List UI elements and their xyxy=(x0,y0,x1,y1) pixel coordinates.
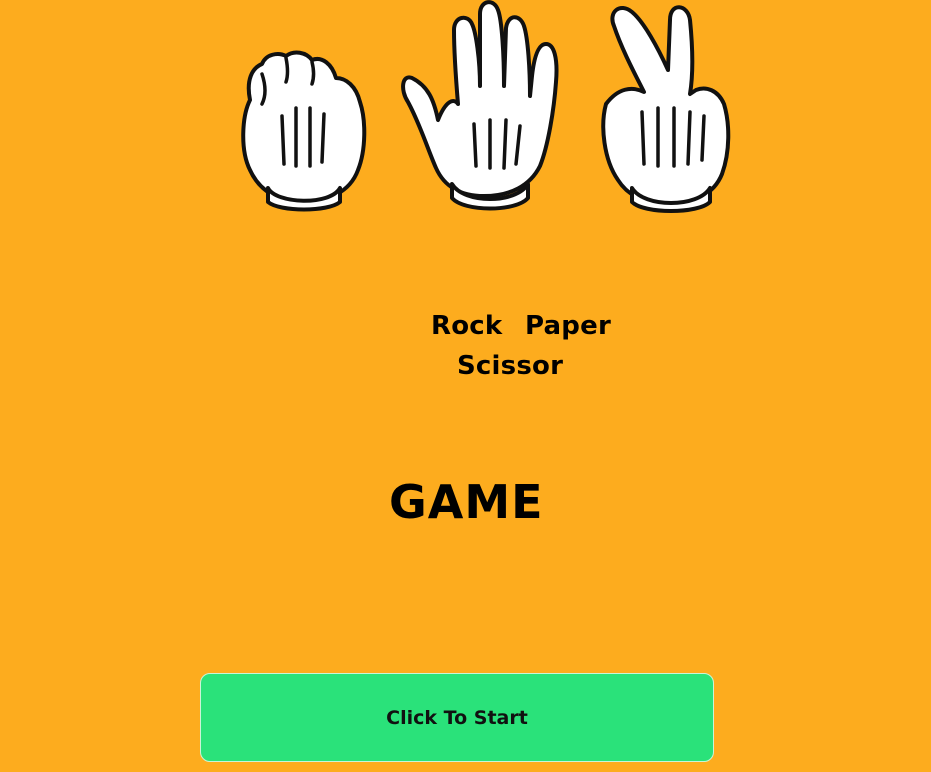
title-word-scissor: Scissor xyxy=(457,351,564,381)
rock-hand-icon xyxy=(236,46,370,212)
start-button-label: Click To Start xyxy=(386,706,528,729)
start-button[interactable]: Click To Start xyxy=(200,673,714,762)
scissor-hand-icon xyxy=(598,0,732,213)
title-word-paper: Paper xyxy=(525,311,611,341)
hands-illustration xyxy=(0,0,931,215)
title-word-rock: Rock xyxy=(431,311,503,341)
paper-hand-icon xyxy=(398,0,562,211)
game-heading: GAME xyxy=(389,475,544,529)
game-title: Rock Paper Scissor xyxy=(0,304,931,394)
